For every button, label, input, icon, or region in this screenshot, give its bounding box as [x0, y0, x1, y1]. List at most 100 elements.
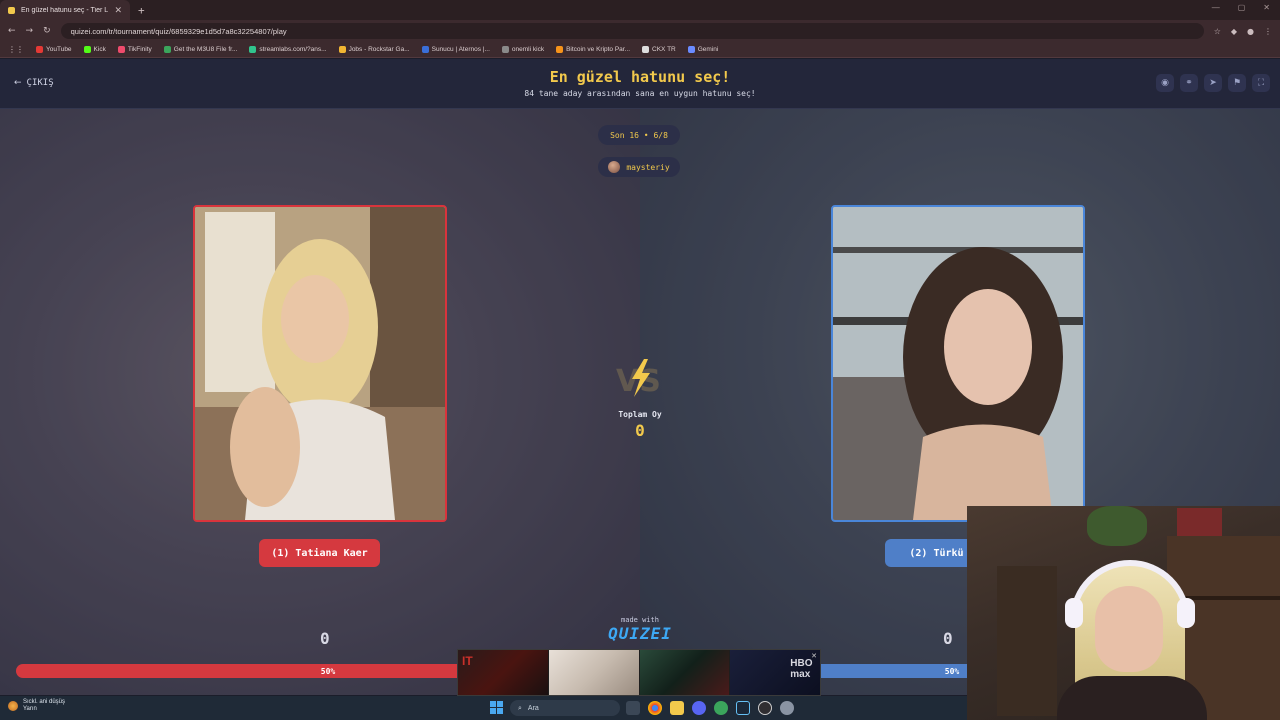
- settings-icon[interactable]: [780, 701, 794, 715]
- right-candidate-photo: [833, 207, 1083, 520]
- left-percent-label: 50%: [320, 666, 336, 676]
- bookmark-favicon-icon: [249, 46, 257, 53]
- back-arrow-icon[interactable]: ←: [8, 26, 16, 36]
- plant: [1087, 506, 1147, 546]
- search-icon: ⌕: [518, 703, 522, 712]
- quizei-logo[interactable]: QUIZEI: [604, 624, 676, 643]
- tab-title: En güzel hatunu seç - Tier List: [21, 6, 109, 14]
- menu-icon[interactable]: ⋮: [1264, 27, 1272, 36]
- weather-icon: [8, 701, 18, 711]
- url-text: quizei.com/tr/tournament/quiz/6859329e1d…: [70, 26, 287, 36]
- thumbnail-3[interactable]: [639, 650, 730, 695]
- close-tab-icon[interactable]: ✕: [114, 5, 122, 16]
- vs-lightning-icon: VS: [616, 359, 661, 399]
- bookmark-item[interactable]: Bitcoin ve Kripto Par...: [556, 46, 630, 53]
- fullscreen-icon[interactable]: ⛶: [1252, 74, 1270, 92]
- bookmark-star-icon[interactable]: ☆: [1214, 27, 1221, 36]
- bookmark-label: CKX TR: [652, 46, 676, 53]
- bookmark-item[interactable]: streamlabs.com/?ans...: [249, 46, 327, 53]
- tab-favicon-icon: [8, 6, 15, 14]
- steam-icon[interactable]: [736, 701, 750, 715]
- bookmark-item[interactable]: Kick: [83, 46, 106, 53]
- window-controls: — ▢ ✕: [1212, 3, 1270, 12]
- round-indicator: Son 16 • 6/8: [598, 125, 680, 145]
- profile-icon[interactable]: ●: [1247, 27, 1254, 36]
- thumbnail-1[interactable]: IT: [458, 650, 548, 695]
- search-placeholder: Ara: [527, 704, 539, 712]
- address-bar-row: ← → ↻ quizei.com/tr/tournament/quiz/6859…: [0, 20, 1280, 42]
- browser-active-icon[interactable]: [714, 701, 728, 715]
- bookmark-favicon-icon: [83, 46, 91, 53]
- bookmark-label: onemli kick: [511, 46, 545, 53]
- close-thumbnail-icon[interactable]: ✕: [811, 652, 817, 660]
- bookmark-label: Jobs - Rockstar Ga...: [348, 46, 410, 53]
- chrome-icon[interactable]: [648, 701, 662, 715]
- bookmark-item[interactable]: Gemini: [687, 46, 719, 53]
- browser-tab[interactable]: En güzel hatunu seç - Tier List ✕: [0, 0, 130, 20]
- windows-start-icon[interactable]: [490, 701, 503, 714]
- weather-line-2: Yarın: [23, 706, 37, 712]
- bookmark-item[interactable]: CKX TR: [642, 46, 676, 53]
- discord-icon[interactable]: [692, 701, 706, 715]
- page-subtitle: 84 tane aday arasından sana en uygun hat…: [524, 89, 756, 98]
- send-icon[interactable]: ➤: [1204, 74, 1222, 92]
- bookmark-label: streamlabs.com/?ans...: [259, 46, 327, 53]
- bookmark-label: Kick: [93, 46, 106, 53]
- thumbnail-2[interactable]: [548, 650, 639, 695]
- minimize-icon[interactable]: —: [1212, 3, 1220, 12]
- taskbar-thumbnail-preview: IT HBO max ✕: [457, 649, 821, 696]
- weather-line-1: Sıckl. ani düşüş: [23, 699, 66, 705]
- left-candidate-photo: [195, 207, 445, 520]
- bookmark-favicon-icon: [556, 46, 564, 53]
- bookmark-label: YouTube: [46, 46, 72, 53]
- task-view-icon[interactable]: [626, 701, 640, 715]
- eye-icon[interactable]: ◉: [1156, 74, 1174, 92]
- bookmark-favicon-icon: [421, 46, 429, 53]
- bookmark-item[interactable]: YouTube: [36, 46, 72, 53]
- left-candidate-card[interactable]: [193, 205, 447, 522]
- bookmark-favicon-icon: [501, 46, 509, 53]
- bookmark-label: Bitcoin ve Kripto Par...: [566, 46, 631, 53]
- thumbnail-4-text: HBO max: [790, 658, 813, 680]
- bookmark-item[interactable]: TikFinity: [117, 46, 152, 53]
- right-vote-count: 0: [943, 629, 953, 648]
- avatar: [608, 161, 621, 173]
- thumbnail-1-text: IT: [462, 654, 473, 668]
- user-badge[interactable]: maysteriy: [598, 157, 680, 177]
- left-candidate-button[interactable]: (1) Tatiana Kaer: [259, 539, 380, 567]
- weather-widget[interactable]: Sıckl. ani düşüş Yarın: [8, 699, 65, 713]
- username: maysteriy: [626, 162, 670, 172]
- made-with-label: made with: [621, 616, 659, 624]
- bookmark-label: TikFinity: [127, 46, 152, 53]
- round-label: Son 16 • 6/8: [610, 130, 668, 140]
- taskbar-search[interactable]: ⌕ Ara: [510, 700, 620, 716]
- file-explorer-icon[interactable]: [670, 701, 684, 715]
- forward-arrow-icon[interactable]: →: [26, 26, 34, 36]
- close-window-icon[interactable]: ✕: [1263, 3, 1270, 12]
- bookmark-item[interactable]: Sunucu | Aternos |...: [421, 46, 490, 53]
- taskbar-apps: [626, 701, 794, 715]
- bookmark-label: Gemini: [697, 46, 719, 53]
- left-vote-count: 0: [320, 629, 330, 648]
- bookmarks-bar: ⋮⋮ YouTube Kick TikFinity Get the M3U8 File…: [0, 42, 1280, 58]
- total-votes-value: 0: [635, 421, 645, 440]
- flag-icon[interactable]: ⚑: [1228, 74, 1246, 92]
- bookmark-item[interactable]: onemli kick: [501, 46, 545, 53]
- new-tab-icon[interactable]: +: [138, 4, 145, 17]
- webcam-overlay: [967, 506, 1280, 720]
- bookmark-favicon-icon: [117, 46, 125, 53]
- link-icon[interactable]: ⚭: [1180, 74, 1198, 92]
- bookmark-label: Sunucu | Aternos |...: [431, 46, 490, 53]
- obs-icon[interactable]: [758, 701, 772, 715]
- browser-toolbar-icons: ☆ ◆ ● ⋮: [1214, 27, 1272, 36]
- extension-icon[interactable]: ◆: [1231, 27, 1237, 36]
- apps-grid-icon[interactable]: ⋮⋮: [8, 45, 24, 54]
- url-field[interactable]: quizei.com/tr/tournament/quiz/6859329e1d…: [60, 23, 1204, 39]
- maximize-icon[interactable]: ▢: [1238, 3, 1246, 12]
- thumbnail-4[interactable]: HBO max ✕: [730, 650, 820, 695]
- bookmark-item[interactable]: Get the M3U8 File fr...: [163, 46, 237, 53]
- screen: En güzel hatunu seç - Tier List ✕ + — ▢ …: [0, 0, 1280, 720]
- reload-icon[interactable]: ↻: [43, 26, 51, 36]
- bookmark-item[interactable]: Jobs - Rockstar Ga...: [338, 46, 410, 53]
- right-candidate-card[interactable]: [831, 205, 1085, 522]
